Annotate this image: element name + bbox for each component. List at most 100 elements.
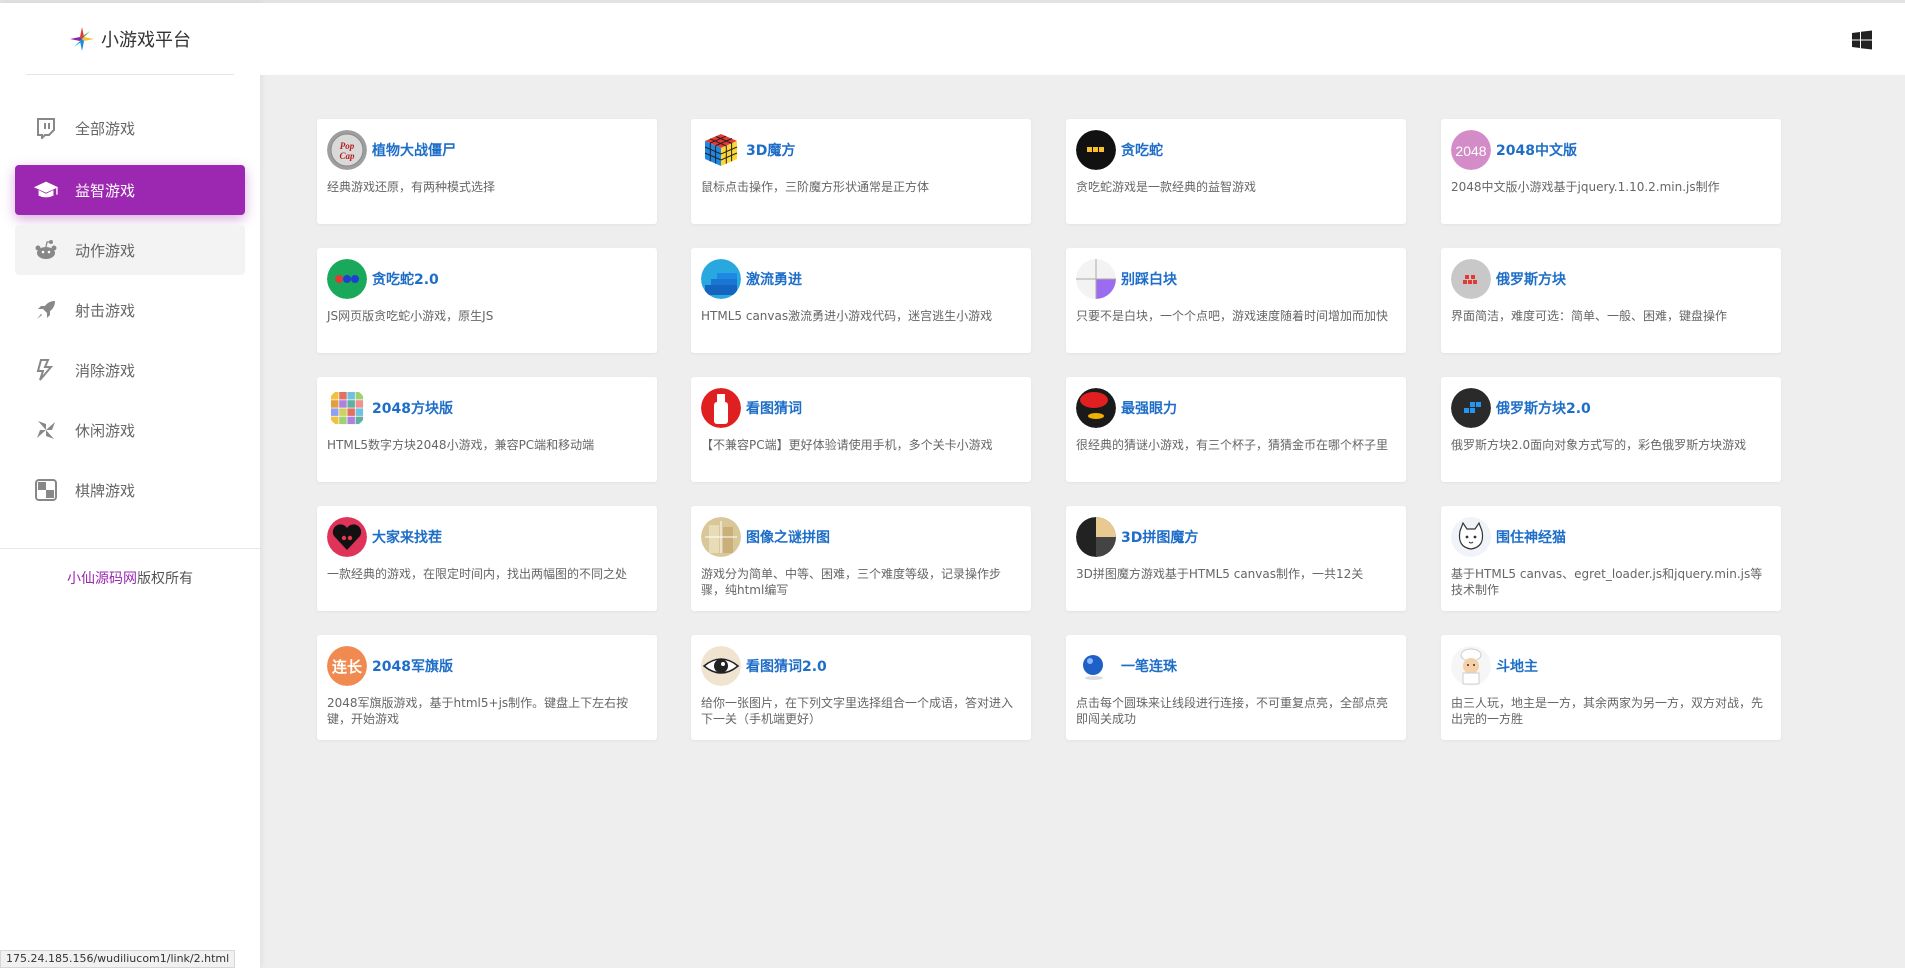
game-card[interactable]: 一笔连珠 点击每个圆珠来让线段进行连接，不可重复点亮，全部点亮即闯关成功: [1066, 635, 1406, 740]
game-title[interactable]: 大家来找茬: [372, 527, 442, 547]
game-thumbnail[interactable]: [701, 646, 741, 686]
game-title[interactable]: 激流勇进: [746, 269, 802, 289]
twitch-icon: [33, 115, 59, 141]
game-thumbnail[interactable]: [327, 259, 367, 299]
game-thumbnail[interactable]: [327, 388, 367, 428]
sidebar-item-action[interactable]: 动作游戏: [15, 225, 245, 275]
game-title[interactable]: 图像之谜拼图: [746, 527, 830, 547]
game-card[interactable]: 2048 2048中文版 2048中文版小游戏基于jquery.1.10.2.m…: [1441, 119, 1781, 224]
game-thumbnail[interactable]: Pop Cap: [327, 130, 367, 170]
game-thumbnail[interactable]: [1451, 388, 1491, 428]
game-thumbnail[interactable]: [1076, 646, 1116, 686]
game-card-header: 图像之谜拼图: [701, 517, 830, 557]
game-title[interactable]: 一笔连珠: [1121, 656, 1177, 676]
game-card[interactable]: 激流勇进 HTML5 canvas激流勇进小游戏代码，迷宫逃生小游戏: [691, 248, 1031, 353]
game-title[interactable]: 俄罗斯方块2.0: [1496, 398, 1591, 418]
game-card[interactable]: 2048方块版 HTML5数字方块2048小游戏，兼容PC端和移动端: [317, 377, 657, 482]
sidebar-item-shoot[interactable]: 射击游戏: [15, 285, 245, 335]
copyright-site-link[interactable]: 小仙源码网: [67, 571, 137, 587]
game-title[interactable]: 别踩白块: [1121, 269, 1177, 289]
game-thumbnail[interactable]: [701, 130, 741, 170]
game-title[interactable]: 围住神经猫: [1496, 527, 1566, 547]
game-card-header: 3D拼图魔方: [1076, 517, 1198, 557]
game-thumbnail[interactable]: 2048: [1451, 130, 1491, 170]
game-title[interactable]: 俄罗斯方块: [1496, 269, 1566, 289]
game-card[interactable]: 最强眼力 很经典的猜谜小游戏，有三个杯子，猜猜金币在哪个杯子里: [1066, 377, 1406, 482]
brand[interactable]: 小游戏平台: [26, 3, 234, 75]
game-thumbnail[interactable]: [1451, 646, 1491, 686]
sidebar-item-board[interactable]: 棋牌游戏: [15, 465, 245, 515]
game-thumbnail[interactable]: [1451, 259, 1491, 299]
game-description: 只要不是白块，一个个点吧，游戏速度随着时间增加而加快: [1076, 309, 1389, 323]
game-card-header: 大家来找茬: [327, 517, 442, 557]
game-thumbnail[interactable]: [701, 517, 741, 557]
status-bar-url: 175.24.185.156/wudiliucom1/link/2.html: [0, 950, 236, 968]
windows-icon[interactable]: [1852, 30, 1872, 50]
game-card-header: Pop Cap 植物大战僵尸: [327, 130, 456, 170]
game-card-header: 斗地主: [1451, 646, 1538, 686]
game-thumbnail[interactable]: [701, 388, 741, 428]
game-grid: Pop Cap 植物大战僵尸 经典游戏还原，有两种模式选择 3D魔方 鼠标点击操作…: [260, 75, 1905, 968]
game-thumbnail[interactable]: [1076, 517, 1116, 557]
copyright: 小仙源码网版权所有: [0, 568, 260, 588]
copyright-suffix: 版权所有: [137, 571, 193, 587]
game-description: 2048中文版小游戏基于jquery.1.10.2.min.js制作: [1451, 180, 1720, 194]
game-card[interactable]: 贪吃蛇2.0 JS网页版贪吃蛇小游戏，原生JS: [317, 248, 657, 353]
game-description: 给你一张图片，在下列文字里选择组合一个成语，答对进入下一关（手机端更好）: [701, 696, 1014, 726]
game-card[interactable]: 斗地主 由三人玩，地主是一方，其余两家为另一方，双方对战，先出完的一方胜: [1441, 635, 1781, 740]
game-title[interactable]: 2048军旗版: [372, 656, 453, 676]
game-card-header: 激流勇进: [701, 259, 802, 299]
game-thumbnail[interactable]: [1076, 130, 1116, 170]
game-title[interactable]: 看图猜词2.0: [746, 656, 827, 676]
game-card[interactable]: 贪吃蛇 贪吃蛇游戏是一款经典的益智游戏: [1066, 119, 1406, 224]
game-title[interactable]: 斗地主: [1496, 656, 1538, 676]
game-thumbnail[interactable]: [1076, 259, 1116, 299]
game-title[interactable]: 看图猜词: [746, 398, 802, 418]
game-title[interactable]: 2048中文版: [1496, 140, 1577, 160]
game-card[interactable]: 别踩白块 只要不是白块，一个个点吧，游戏速度随着时间增加而加快: [1066, 248, 1406, 353]
sidebar: 小游戏平台 全部游戏 益智游戏 动作游戏 射击游戏 消除游戏 休闲游戏 棋牌游戏…: [0, 3, 260, 968]
game-card[interactable]: 3D拼图魔方 3D拼图魔方游戏基于HTML5 canvas制作，一共12关: [1066, 506, 1406, 611]
rocket-icon: [33, 297, 59, 323]
game-title[interactable]: 贪吃蛇: [1121, 140, 1163, 160]
game-card[interactable]: 俄罗斯方块2.0 俄罗斯方块2.0面向对象方式写的，彩色俄罗斯方块游戏: [1441, 377, 1781, 482]
game-title[interactable]: 最强眼力: [1121, 398, 1177, 418]
game-card[interactable]: 俄罗斯方块 界面简洁，难度可选：简单、一般、困难，键盘操作: [1441, 248, 1781, 353]
game-description: 界面简洁，难度可选：简单、一般、困难，键盘操作: [1451, 309, 1728, 323]
sidebar-item-label: 动作游戏: [75, 241, 136, 260]
game-card-header: 连长 2048军旗版: [327, 646, 453, 686]
brand-title: 小游戏平台: [101, 29, 191, 51]
game-thumbnail[interactable]: [327, 517, 367, 557]
game-card[interactable]: 图像之谜拼图 游戏分为简单、中等、困难，三个难度等级，记录操作步骤，纯html编…: [691, 506, 1031, 611]
game-title[interactable]: 2048方块版: [372, 398, 453, 418]
sidebar-item-puzzle[interactable]: 益智游戏: [15, 165, 245, 215]
game-card[interactable]: 看图猜词2.0 给你一张图片，在下列文字里选择组合一个成语，答对进入下一关（手机…: [691, 635, 1031, 740]
game-card[interactable]: 大家来找茬 一款经典的游戏，在限定时间内，找出两幅图的不同之处: [317, 506, 657, 611]
game-thumbnail[interactable]: [701, 259, 741, 299]
game-card[interactable]: 3D魔方 鼠标点击操作，三阶魔方形状通常是正方体: [691, 119, 1031, 224]
game-card[interactable]: 看图猜词 【不兼容PC端】更好体验请使用手机，多个关卡小游戏: [691, 377, 1031, 482]
sidebar-item-label: 全部游戏: [75, 119, 136, 138]
game-card[interactable]: Pop Cap 植物大战僵尸 经典游戏还原，有两种模式选择: [317, 119, 657, 224]
game-title[interactable]: 3D魔方: [746, 140, 795, 160]
game-thumbnail[interactable]: [1076, 388, 1116, 428]
game-card-header: 最强眼力: [1076, 388, 1177, 428]
game-card-header: 贪吃蛇: [1076, 130, 1163, 170]
reddit-icon: [33, 237, 59, 263]
game-card-header: 2048方块版: [327, 388, 453, 428]
game-description: 点击每个圆珠来让线段进行连接，不可重复点亮，全部点亮即闯关成功: [1076, 696, 1389, 726]
sidebar-item-match[interactable]: 消除游戏: [15, 345, 245, 395]
sidebar-item-casual[interactable]: 休闲游戏: [15, 405, 245, 455]
game-title[interactable]: 贪吃蛇2.0: [372, 269, 439, 289]
game-thumbnail[interactable]: [1451, 517, 1491, 557]
sidebar-item-label: 射击游戏: [75, 301, 136, 320]
sidebar-item-label: 消除游戏: [75, 361, 136, 380]
game-title[interactable]: 3D拼图魔方: [1121, 527, 1198, 547]
game-card[interactable]: 围住神经猫 基于HTML5 canvas、egret_loader.js和jqu…: [1441, 506, 1781, 611]
svg-text:Cap: Cap: [339, 151, 355, 161]
game-title[interactable]: 植物大战僵尸: [372, 140, 456, 160]
game-thumbnail[interactable]: 连长: [327, 646, 367, 686]
game-card[interactable]: 连长 2048军旗版 2048军旗版游戏，基于html5+js制作。键盘上下左右…: [317, 635, 657, 740]
sidebar-item-all[interactable]: 全部游戏: [15, 103, 245, 153]
game-card-header: 俄罗斯方块2.0: [1451, 388, 1591, 428]
